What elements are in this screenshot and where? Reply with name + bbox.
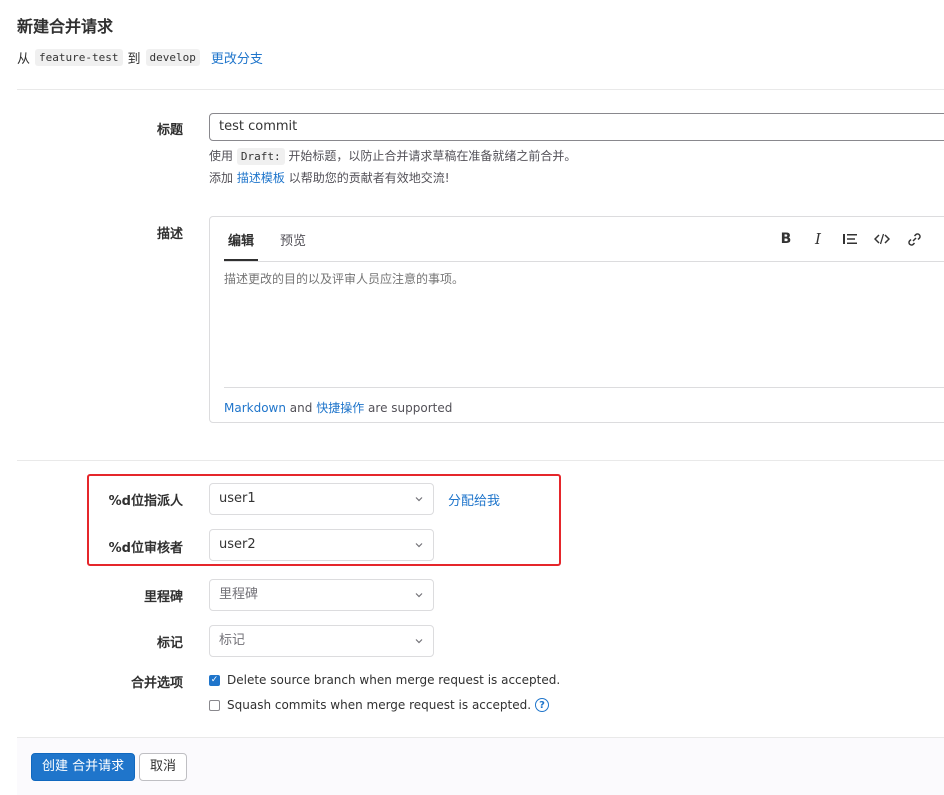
assignee-value: user1 [219, 491, 256, 506]
labels-select[interactable]: 标记 [209, 625, 434, 657]
labels-label: 标记 [156, 636, 183, 651]
list-icon[interactable] [840, 229, 860, 249]
link-icon[interactable] [904, 229, 924, 249]
editor-footer-divider [224, 387, 944, 388]
editor-tabs: 编辑 预览 [224, 217, 310, 261]
assignee-select[interactable]: user1 [209, 483, 434, 515]
merge-options-label: 合并选项 [130, 676, 183, 691]
editor-divider [224, 261, 944, 262]
reviewer-value: user2 [219, 537, 256, 552]
assign-to-me-link[interactable]: 分配给我 [448, 490, 500, 509]
milestone-value: 里程碑 [219, 587, 259, 602]
draft-help-prefix: 使用 [209, 149, 234, 163]
cancel-button[interactable]: 取消 [139, 753, 188, 781]
description-template-link[interactable]: 描述模板 [237, 171, 285, 185]
change-branches-link[interactable]: 更改分支 [211, 48, 263, 67]
target-branch: develop [145, 49, 200, 66]
template-help-prefix: 添加 [209, 171, 234, 185]
markdown-editor: 编辑 预览 B I Markdown and 快捷操作 are [209, 216, 944, 423]
delete-source-branch-checkbox[interactable]: ✓ [209, 674, 220, 686]
squash-commits-label: Squash commits when merge request is acc… [227, 698, 532, 712]
milestone-label: 里程碑 [143, 590, 183, 605]
question-icon[interactable]: ? [535, 698, 550, 712]
delete-source-branch-label: Delete source branch when merge request … [227, 673, 561, 687]
create-merge-request-button[interactable]: 创建 合并请求 [31, 753, 136, 781]
template-help-suffix: 以帮助您的贡献者有效地交流! [288, 171, 450, 185]
italic-icon[interactable]: I [808, 229, 828, 249]
chevron-down-icon [415, 543, 423, 548]
delete-source-branch-option[interactable]: ✓ Delete source branch when merge reques… [209, 673, 560, 687]
description-label: 描述 [156, 227, 183, 242]
page-title: 新建合并请求 [17, 17, 114, 36]
editor-footer: Markdown and 快捷操作 are supported [224, 399, 452, 416]
template-help-text: 添加 描述模板 以帮助您的贡献者有效地交流! [209, 169, 450, 186]
footer-supported: are supported [368, 401, 453, 415]
code-icon[interactable] [872, 229, 892, 249]
squash-commits-option[interactable]: Squash commits when merge request is acc… [209, 698, 550, 712]
to-word: 到 [127, 52, 141, 67]
title-input[interactable]: test commit [209, 113, 944, 141]
title-label: 标题 [156, 123, 183, 138]
milestone-select[interactable]: 里程碑 [209, 579, 434, 611]
reviewer-label: %d位审核者 [108, 541, 183, 556]
squash-commits-checkbox[interactable] [209, 699, 220, 711]
divider [17, 89, 944, 90]
bold-icon[interactable]: B [776, 229, 796, 249]
description-textarea[interactable] [224, 270, 924, 380]
from-word: 从 [17, 52, 31, 67]
labels-value: 标记 [219, 633, 246, 648]
chevron-down-icon [415, 497, 423, 502]
editor-toolbar: B I [776, 229, 944, 249]
chevron-down-icon [415, 639, 423, 644]
divider [17, 460, 944, 461]
tab-preview[interactable]: 预览 [276, 217, 310, 261]
more-icon[interactable] [936, 229, 944, 249]
source-branch: feature-test [35, 49, 123, 66]
draft-help-suffix: 开始标题，以防止合并请求草稿在准备就绪之前合并。 [288, 149, 577, 163]
merge-request-page: 新建合并请求 从 feature-test 到 develop 更改分支 标题 … [0, 0, 944, 795]
quick-actions-link[interactable]: 快捷操作 [316, 401, 364, 415]
footer-and: and [289, 401, 313, 415]
reviewer-select[interactable]: user2 [209, 529, 434, 561]
assignee-label: %d位指派人 [108, 494, 183, 509]
chevron-down-icon [415, 593, 423, 598]
branch-info: 从 feature-test 到 develop 更改分支 [17, 48, 263, 67]
tab-write[interactable]: 编辑 [224, 217, 259, 261]
markdown-link[interactable]: Markdown [224, 401, 286, 415]
draft-code: Draft: [236, 148, 285, 165]
draft-help-text: 使用 Draft: 开始标题，以防止合并请求草稿在准备就绪之前合并。 [209, 147, 577, 165]
